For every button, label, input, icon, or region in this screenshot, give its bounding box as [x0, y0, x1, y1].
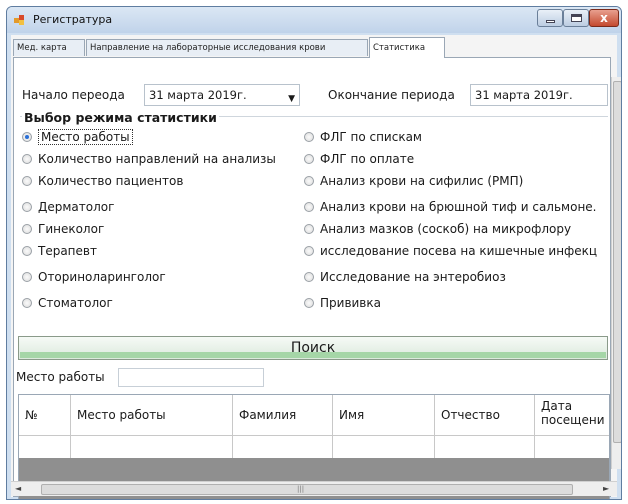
vertical-scrollbar[interactable] [611, 77, 621, 469]
radio-label: Количество направлений на анализы [38, 152, 276, 166]
horizontal-scrollbar[interactable]: ◄ ||| ► [11, 481, 617, 496]
mode-group-title: Выбор режима статистики [22, 110, 219, 125]
period-start-label: Начало переода [22, 88, 125, 102]
table-row[interactable] [19, 435, 609, 458]
search-button[interactable]: Поиск [18, 336, 608, 360]
radio-unselected-icon[interactable] [22, 176, 32, 186]
table-cell[interactable] [71, 436, 233, 458]
scroll-left-icon[interactable]: ◄ [15, 484, 21, 493]
radio-unselected-icon[interactable] [304, 298, 314, 308]
workplace-filter-input[interactable] [118, 368, 264, 387]
app-icon [14, 15, 24, 25]
maximize-button[interactable] [563, 9, 589, 27]
table-cell[interactable] [435, 436, 535, 458]
column-header-visit-date[interactable]: Дата посещени [535, 395, 609, 435]
table-cell[interactable] [233, 436, 333, 458]
app-window: Регистратура x Мед. карта Направление на… [6, 6, 622, 500]
workplace-filter-label: Место работы [16, 370, 105, 384]
radio-unselected-icon[interactable] [22, 298, 32, 308]
radio-selected-icon[interactable] [22, 132, 32, 142]
radio-label: Гинеколог [38, 222, 105, 236]
radio-unselected-icon[interactable] [22, 202, 32, 212]
radio-unselected-icon[interactable] [304, 176, 314, 186]
radio-unselected-icon[interactable] [304, 272, 314, 282]
period-end-value: 31 марта 2019г. [475, 88, 573, 102]
radio-label: Терапевт [38, 244, 97, 258]
title-bar[interactable]: Регистратура x [7, 7, 621, 33]
radio-unselected-icon[interactable] [304, 154, 314, 164]
radio-label: Анализ крови на сифилис (РМП) [320, 174, 524, 188]
radio-unselected-icon[interactable] [304, 132, 314, 142]
dropdown-arrow-icon[interactable]: ▼ [288, 89, 295, 105]
radio-unselected-icon[interactable] [22, 272, 32, 282]
radio-unselected-icon[interactable] [22, 154, 32, 164]
window-title: Регистратура [33, 13, 113, 26]
column-header-name[interactable]: Имя [333, 395, 435, 435]
radio-unselected-icon[interactable] [304, 224, 314, 234]
column-header-patronymic[interactable]: Отчество [435, 395, 535, 435]
radio-label: Стоматолог [38, 296, 113, 310]
period-start-datepicker[interactable]: 31 марта 2019г. ▼ [144, 84, 300, 106]
column-header-workplace[interactable]: Место работы [71, 395, 233, 435]
radio-label: Прививка [320, 296, 381, 310]
column-header-number[interactable]: № [19, 395, 71, 435]
tab-lab-referral[interactable]: Направление на лабораторные исследования… [86, 39, 368, 56]
radio-label: Исследование на энтеробиоз [320, 270, 506, 284]
vertical-scroll-thumb[interactable] [613, 81, 621, 443]
radio-unselected-icon[interactable] [22, 246, 32, 256]
period-end-datepicker[interactable]: 31 марта 2019г. [470, 84, 608, 106]
radio-label: исследование посева на кишечные инфекц [320, 244, 598, 258]
radio-unselected-icon[interactable] [304, 202, 314, 212]
mode-groupbox [20, 116, 608, 325]
scroll-grip-icon: ||| [297, 485, 305, 493]
radio-label: Оториноларинголог [38, 270, 166, 284]
column-header-surname[interactable]: Фамилия [233, 395, 333, 435]
horizontal-scroll-thumb[interactable] [41, 484, 573, 495]
client-area: Мед. карта Направление на лабораторные и… [11, 35, 617, 499]
statistics-panel: Начало переода 31 марта 2019г. ▼ Окончан… [13, 57, 611, 499]
radio-unselected-icon[interactable] [22, 224, 32, 234]
radio-label: Дерматолог [38, 200, 115, 214]
radio-label: Анализ крови на брюшной тиф и сальмоне. [320, 200, 597, 214]
radio-label: ФЛГ по оплате [320, 152, 415, 166]
tab-statistics[interactable]: Статистика [369, 37, 445, 58]
close-button[interactable]: x [589, 9, 619, 27]
tab-med-card[interactable]: Мед. карта [13, 39, 85, 56]
scroll-right-icon[interactable]: ► [603, 484, 609, 493]
radio-label: Анализ мазков (соскоб) на микрофлору [320, 222, 572, 236]
radio-label: Место работы [38, 129, 133, 145]
minimize-button[interactable] [537, 9, 563, 27]
period-end-label: Окончание периода [328, 88, 455, 102]
table-cell[interactable] [535, 436, 609, 458]
radio-label: ФЛГ по спискам [320, 130, 422, 144]
search-progress-bar [20, 352, 606, 358]
radio-unselected-icon[interactable] [304, 246, 314, 256]
table-cell[interactable] [333, 436, 435, 458]
radio-label: Количество пациентов [38, 174, 184, 188]
table-cell[interactable] [19, 436, 71, 458]
period-start-value: 31 марта 2019г. [149, 88, 247, 102]
grid-header: № Место работы Фамилия Имя Отчество Дата… [19, 395, 609, 435]
